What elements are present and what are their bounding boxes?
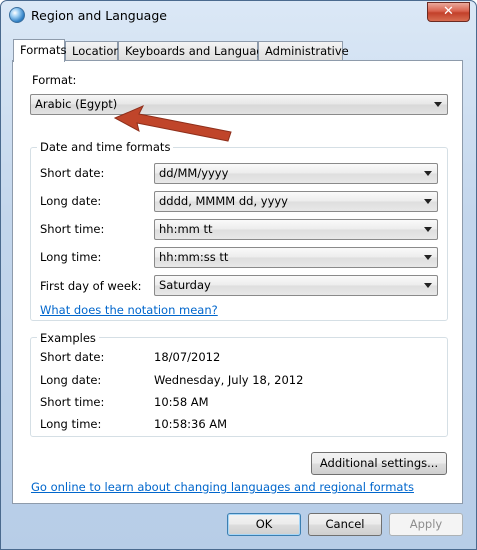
tab-location[interactable]: Location <box>65 41 121 61</box>
example-long-date-value: Wednesday, July 18, 2012 <box>154 373 304 387</box>
globe-icon <box>9 7 25 23</box>
online-help-link[interactable]: Go online to learn about changing langua… <box>31 480 414 494</box>
short-date-label: Short date: <box>40 166 105 180</box>
long-date-label: Long date: <box>40 194 102 208</box>
cancel-button[interactable]: Cancel <box>308 513 382 536</box>
tab-administrative[interactable]: Administrative <box>258 41 349 61</box>
first-day-label: First day of week: <box>40 279 142 293</box>
long-time-value: hh:mm:ss tt <box>159 250 229 264</box>
example-short-date-value: 18/07/2012 <box>154 350 221 364</box>
additional-settings-button[interactable]: Additional settings... <box>311 452 447 475</box>
examples-group-title: Examples <box>37 331 99 345</box>
first-day-dropdown[interactable]: Saturday <box>154 275 438 296</box>
region-language-window: Region and Language ✕ Formats Location K… <box>0 0 477 550</box>
example-long-date-label: Long date: <box>40 373 102 387</box>
apply-button: Apply <box>389 513 463 536</box>
chevron-down-icon <box>424 199 432 204</box>
example-short-time-value: 10:58 AM <box>154 395 209 409</box>
short-date-value: dd/MM/yyyy <box>159 166 229 180</box>
short-time-dropdown[interactable]: hh:mm tt <box>154 219 438 240</box>
chevron-down-icon <box>424 171 432 176</box>
format-value: Arabic (Egypt) <box>35 97 118 111</box>
ok-button[interactable]: OK <box>227 513 301 536</box>
annotation-arrow-icon <box>113 105 232 142</box>
example-long-time-value: 10:58:36 AM <box>154 417 228 431</box>
title-bar[interactable]: Region and Language ✕ <box>1 1 476 31</box>
first-day-value: Saturday <box>159 278 211 292</box>
example-short-time-label: Short time: <box>40 395 105 409</box>
short-date-dropdown[interactable]: dd/MM/yyyy <box>154 163 438 184</box>
short-time-value: hh:mm tt <box>159 222 213 236</box>
tab-keyboards-and-languages[interactable]: Keyboards and Languages <box>118 41 277 61</box>
notation-help-link[interactable]: What does the notation mean? <box>40 303 218 317</box>
short-time-label: Short time: <box>40 222 105 236</box>
format-dropdown[interactable]: Arabic (Egypt) <box>30 94 448 115</box>
chevron-down-icon <box>434 102 442 107</box>
format-label: Format: <box>32 73 77 87</box>
long-date-dropdown[interactable]: dddd, MMMM dd, yyyy <box>154 191 438 212</box>
window-title: Region and Language <box>31 8 167 23</box>
chevron-down-icon <box>424 227 432 232</box>
long-time-label: Long time: <box>40 250 102 264</box>
chevron-down-icon <box>424 283 432 288</box>
close-button[interactable]: ✕ <box>427 2 470 22</box>
long-date-value: dddd, MMMM dd, yyyy <box>159 194 288 208</box>
formats-panel: Format: Arabic (Egypt) Date and time for… <box>12 60 463 504</box>
example-long-time-label: Long time: <box>40 417 102 431</box>
tab-formats[interactable]: Formats <box>13 39 67 62</box>
example-short-date-label: Short date: <box>40 350 105 364</box>
long-time-dropdown[interactable]: hh:mm:ss tt <box>154 247 438 268</box>
chevron-down-icon <box>424 255 432 260</box>
